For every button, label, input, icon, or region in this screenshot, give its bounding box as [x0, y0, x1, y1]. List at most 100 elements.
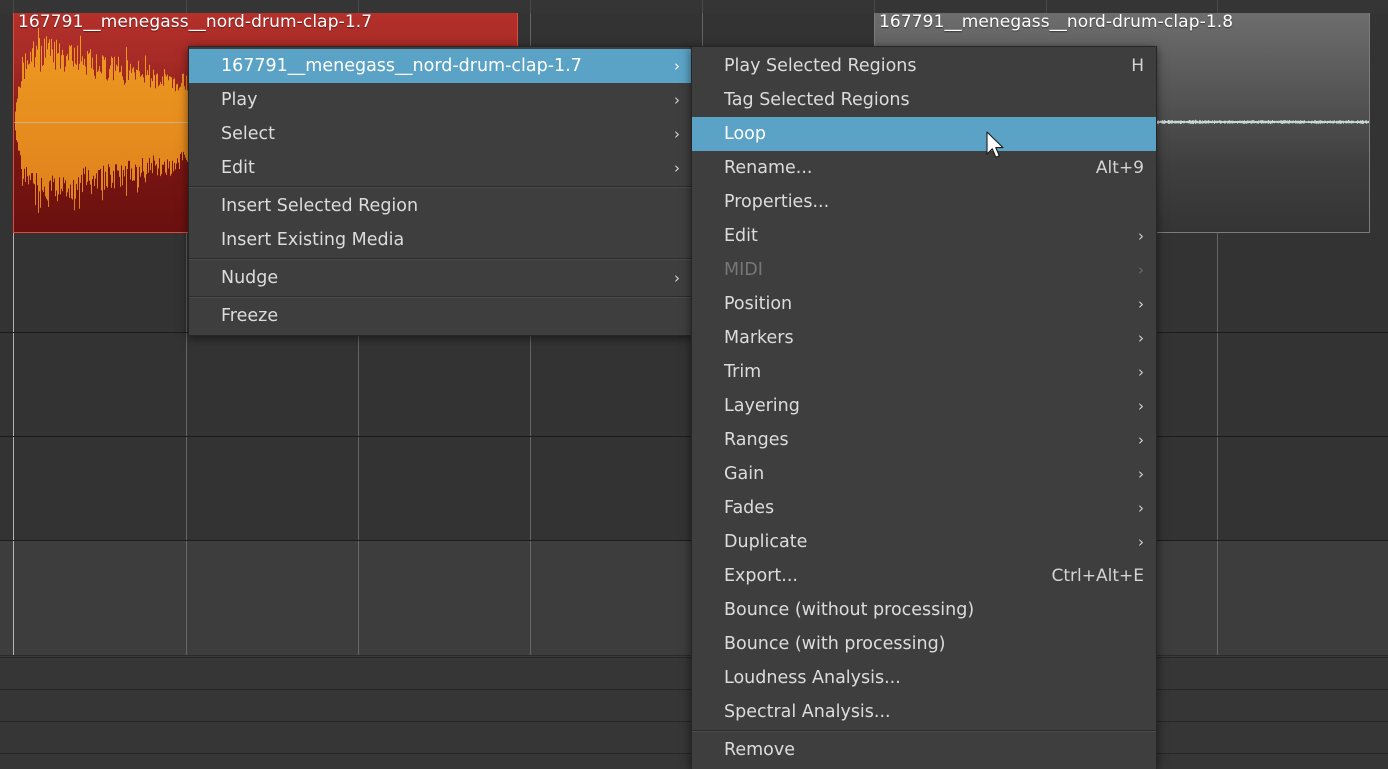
menu-item-label: Rename... [724, 158, 813, 178]
region-name-label: 167791__menegass__nord-drum-clap-1.7 [18, 13, 373, 32]
chevron-right-icon: › [1138, 226, 1144, 245]
menu-item-label: Bounce (without processing) [724, 600, 975, 620]
grid-line [13, 333, 14, 436]
chevron-right-icon: › [1138, 328, 1144, 347]
grid-line [13, 437, 14, 540]
region-submenu-item-spectral-analysis[interactable]: Spectral Analysis... [692, 695, 1156, 729]
menu-item-label: Export... [724, 566, 798, 586]
menu-item-label: Edit [221, 158, 255, 178]
region-submenu[interactable]: Play Selected Regions H Tag Selected Regio… [691, 46, 1157, 769]
chevron-right-icon: › [1138, 498, 1144, 517]
region-submenu-item-layering[interactable]: Layering › [692, 389, 1156, 423]
menu-item-label: Freeze [221, 306, 279, 326]
region-submenu-item-remove[interactable]: Remove [692, 733, 1156, 767]
region-submenu-item-loudness-analysis[interactable]: Loudness Analysis... [692, 661, 1156, 695]
menu-item-label: MIDI [724, 260, 763, 280]
grid-line [1217, 437, 1218, 540]
region-submenu-item-loop[interactable]: Loop [692, 117, 1156, 151]
region-submenu-item-bounce-without-processing[interactable]: Bounce (without processing) [692, 593, 1156, 627]
ruler-tick [702, 0, 703, 13]
chevron-right-icon: › [1138, 260, 1144, 279]
menu-item-label: Duplicate [724, 532, 808, 552]
chevron-right-icon: › [674, 90, 680, 109]
menu-item-label: Loudness Analysis... [724, 668, 901, 688]
ruler-tick [1046, 0, 1047, 13]
grid-line [186, 437, 187, 540]
chevron-right-icon: › [1138, 430, 1144, 449]
grid-line [358, 437, 359, 540]
region-submenu-item-rename[interactable]: Rename... Alt+9 [692, 151, 1156, 185]
chevron-right-icon: › [1138, 532, 1144, 551]
grid-line [186, 333, 187, 436]
region-context-menu-separator [189, 296, 692, 298]
region-submenu-item-export[interactable]: Export... Ctrl+Alt+E [692, 559, 1156, 593]
grid-line [1217, 541, 1218, 655]
region-context-menu-item-insert-existing-media[interactable]: Insert Existing Media [189, 223, 692, 257]
menu-item-accelerator: Alt+9 [1095, 158, 1144, 178]
region-submenu-item-fades[interactable]: Fades › [692, 491, 1156, 525]
chevron-right-icon: › [674, 124, 680, 143]
menu-item-label: Ranges [724, 430, 789, 450]
region-submenu-separator [692, 730, 1156, 732]
menu-item-label: Select [221, 124, 275, 144]
menu-item-label: Nudge [221, 268, 279, 288]
menu-item-label: Trim [724, 362, 762, 382]
region-context-menu-item-insert-selected-region[interactable]: Insert Selected Region [189, 189, 692, 223]
menu-item-accelerator: Ctrl+Alt+E [1051, 566, 1145, 586]
region-submenu-item-position[interactable]: Position › [692, 287, 1156, 321]
menu-item-label: Layering [724, 396, 800, 416]
region-context-menu-item-edit[interactable]: Edit › [189, 151, 692, 185]
menu-item-label: Tag Selected Regions [724, 90, 910, 110]
grid-line [530, 333, 531, 436]
grid-line [530, 437, 531, 540]
region-submenu-item-duplicate[interactable]: Duplicate › [692, 525, 1156, 559]
region-context-menu[interactable]: 167791__menegass__nord-drum-clap-1.7 › Pla… [188, 46, 693, 336]
menu-item-label: Fades [724, 498, 775, 518]
chevron-right-icon: › [674, 158, 680, 177]
region-context-menu-item-freeze[interactable]: Freeze [189, 299, 692, 333]
region-context-menu-item-167791-menegass-nord-drum-clap-1-7[interactable]: 167791__menegass__nord-drum-clap-1.7 › [189, 49, 692, 83]
ruler-tick [1217, 0, 1218, 13]
region-submenu-item-gain[interactable]: Gain › [692, 457, 1156, 491]
chevron-right-icon: › [1138, 396, 1144, 415]
region-context-menu-item-nudge[interactable]: Nudge › [189, 261, 692, 295]
ruler-tick [186, 0, 187, 13]
region-submenu-item-ranges[interactable]: Ranges › [692, 423, 1156, 457]
region-submenu-item-markers[interactable]: Markers › [692, 321, 1156, 355]
chevron-right-icon: › [1138, 464, 1144, 483]
grid-line [1217, 232, 1218, 332]
region-context-menu-item-select[interactable]: Select › [189, 117, 692, 151]
region-submenu-item-tag-selected-regions[interactable]: Tag Selected Regions [692, 83, 1156, 117]
menu-item-label: Edit [724, 226, 758, 246]
menu-item-label: Play Selected Regions [724, 56, 917, 76]
menu-item-label: Insert Selected Region [221, 196, 419, 216]
ruler-tick [358, 0, 359, 13]
ruler-tick [530, 0, 531, 13]
chevron-right-icon: › [674, 56, 680, 75]
menu-item-label: Bounce (with processing) [724, 634, 946, 654]
region-context-menu-separator [189, 186, 692, 188]
chevron-right-icon: › [1138, 294, 1144, 313]
region-context-menu-item-play[interactable]: Play › [189, 83, 692, 117]
grid-line [358, 541, 359, 655]
timeline-ruler-strip[interactable] [0, 0, 1388, 13]
region-submenu-item-bounce-with-processing[interactable]: Bounce (with processing) [692, 627, 1156, 661]
menu-item-label: Play [221, 90, 258, 110]
region-submenu-item-edit[interactable]: Edit › [692, 219, 1156, 253]
region-submenu-item-play-selected-regions[interactable]: Play Selected Regions H [692, 49, 1156, 83]
ruler-tick [874, 0, 875, 13]
grid-line [13, 541, 14, 655]
ardour-editor-canvas: 167791__menegass__nord-drum-clap-1.7 167… [0, 0, 1388, 769]
menu-item-accelerator: H [1131, 56, 1144, 76]
grid-line [358, 333, 359, 436]
region-context-menu-separator [189, 258, 692, 260]
region-submenu-item-properties[interactable]: Properties... [692, 185, 1156, 219]
menu-item-label: 167791__menegass__nord-drum-clap-1.7 [221, 56, 582, 76]
region-submenu-item-trim[interactable]: Trim › [692, 355, 1156, 389]
chevron-right-icon: › [1138, 362, 1144, 381]
menu-item-label: Position [724, 294, 793, 314]
menu-item-label: Properties... [724, 192, 830, 212]
grid-line [530, 541, 531, 655]
region-name-label: 167791__menegass__nord-drum-clap-1.8 [879, 13, 1234, 32]
ruler-tick [13, 0, 14, 13]
